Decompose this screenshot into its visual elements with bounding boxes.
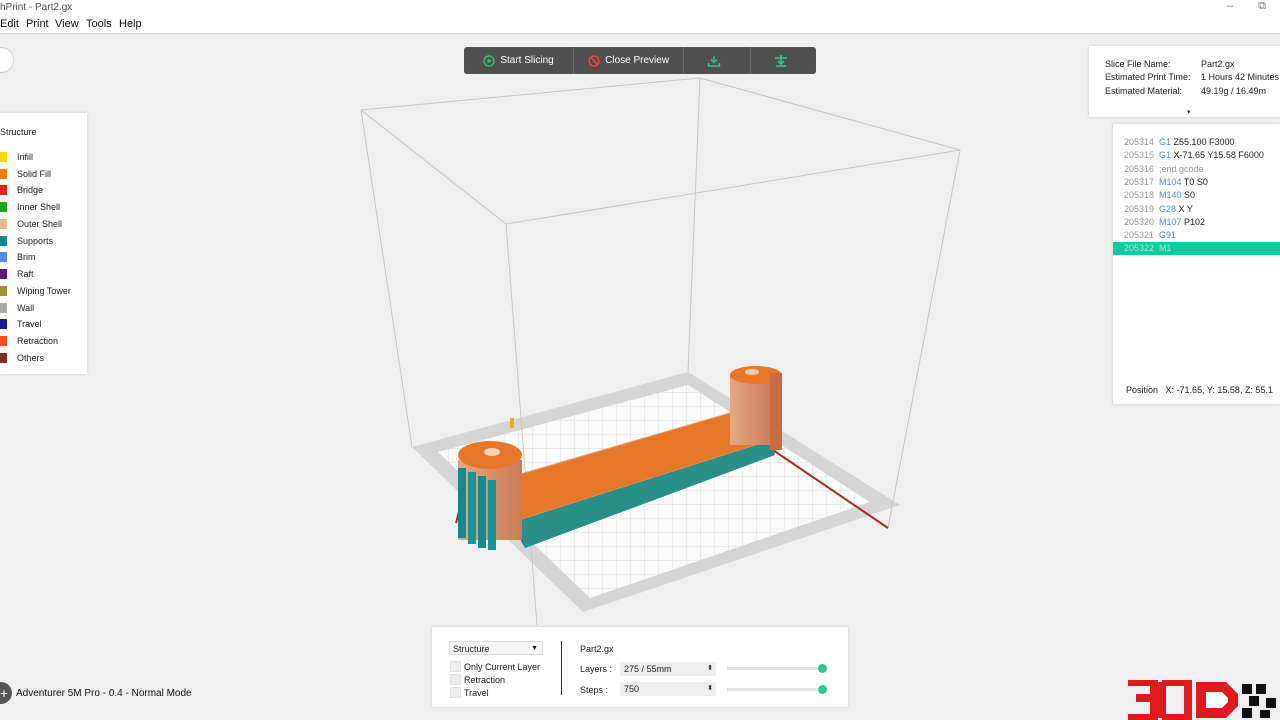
- start-slicing-button[interactable]: Start Slicing: [464, 47, 575, 74]
- checkbox-box[interactable]: [450, 674, 461, 685]
- others-swatch: [0, 353, 7, 363]
- spin-arrows-icon[interactable]: ⬍: [707, 662, 713, 676]
- bridge-swatch: [0, 185, 7, 195]
- window-title: hPrint - Part2.gx: [0, 2, 73, 13]
- layers-slider[interactable]: [727, 664, 827, 673]
- legend-item: Raft: [0, 268, 34, 280]
- download-icon: [708, 55, 721, 67]
- brim-swatch: [0, 252, 7, 262]
- layers-spinbox[interactable]: 275 / 55mm ⬍: [620, 662, 716, 676]
- close-preview-label: Close Preview: [605, 55, 670, 66]
- slider-handle[interactable]: [818, 664, 827, 673]
- legend-item: Others: [0, 352, 44, 364]
- legend-item: Solid Fill: [0, 168, 51, 180]
- solid-fill-swatch: [0, 169, 7, 179]
- legend-item: Bridge: [0, 184, 43, 196]
- gcode-line[interactable]: 205314 G1 Z55.100 F3000: [1113, 136, 1280, 149]
- preview-toolbar: Start Slicing Close Preview: [464, 47, 816, 74]
- infill-swatch: [0, 152, 7, 162]
- supports-swatch: [0, 236, 7, 246]
- send-to-printer-button[interactable]: [751, 47, 816, 74]
- menu-view[interactable]: View: [55, 18, 79, 30]
- layers-label: Layers :: [580, 664, 613, 674]
- structure-legend: Structure Infill Solid Fill Bridge Inner…: [0, 113, 87, 374]
- raft-swatch: [0, 269, 7, 279]
- legend-item: Wall: [0, 302, 34, 314]
- material-value: 49.19g / 16.49m: [1201, 86, 1267, 96]
- spin-arrows-icon[interactable]: ⬍: [707, 682, 713, 696]
- wall-swatch: [0, 303, 7, 313]
- travel-swatch: [0, 319, 7, 329]
- legend-item: Retraction: [0, 335, 58, 347]
- inner-shell-swatch: [0, 202, 7, 212]
- file-name-row: Slice File Name: Part2.gx: [1105, 59, 1235, 69]
- menu-print[interactable]: Print: [26, 18, 49, 30]
- print-time-value: 1 Hours 42 Minutes: [1201, 72, 1280, 82]
- gcode-line[interactable]: 205317 M104 T0 S0: [1113, 176, 1280, 189]
- retraction-swatch: [0, 336, 7, 346]
- wiping-tower-swatch: [0, 286, 7, 296]
- gcode-line[interactable]: 205319 G28 X Y: [1113, 203, 1280, 216]
- download-button[interactable]: [684, 47, 751, 74]
- window-controls: – ⧉: [1205, 0, 1266, 13]
- steps-spinbox[interactable]: 750 ⬍: [620, 682, 716, 696]
- print-time-row: Estimated Print Time: 1 Hours 42 Minutes: [1105, 72, 1280, 82]
- outer-shell-swatch: [0, 219, 7, 229]
- play-icon: [483, 54, 495, 67]
- printer-mode: Adventurer 5M Pro - 0.4 - Normal Mode: [16, 688, 192, 699]
- close-preview-button[interactable]: Close Preview: [574, 47, 685, 74]
- checkbox-box[interactable]: [450, 661, 461, 672]
- menu-tools[interactable]: Tools: [86, 18, 112, 30]
- expand-icon[interactable]: ▾: [1187, 108, 1191, 116]
- 3d-logo: [1128, 680, 1276, 720]
- slice-info-panel: Slice File Name: Part2.gx Estimated Prin…: [1089, 46, 1280, 117]
- preview-file-name: Part2.gx: [580, 644, 614, 654]
- menu-help[interactable]: Help: [119, 18, 142, 30]
- gcode-line-selected[interactable]: 205322 M1: [1113, 242, 1280, 255]
- position-readout: Position X: -71.65, Y: 15.58, Z: 55.1: [1126, 385, 1273, 395]
- only-current-layer-checkbox[interactable]: Only Current Layer: [450, 661, 540, 672]
- prohibited-icon: [588, 54, 600, 67]
- layer-control-panel: Structure ▼ Only Current Layer Retractio…: [432, 627, 848, 707]
- start-slicing-label: Start Slicing: [500, 55, 554, 66]
- restore-icon[interactable]: ⧉: [1258, 0, 1266, 12]
- gcode-panel[interactable]: 205314 G1 Z55.100 F3000 205315 G1 X-71.65 …: [1113, 124, 1280, 404]
- legend-item: Infill: [0, 151, 33, 163]
- legend-item: Inner Shell: [0, 201, 60, 213]
- 3d-viewport[interactable]: [0, 34, 1280, 720]
- material-row: Estimated Material: 49.19g / 16.49m: [1105, 86, 1267, 96]
- gcode-line[interactable]: 205318 M140 S0: [1113, 189, 1280, 202]
- dropdown-caret-icon: ▼: [531, 645, 538, 652]
- legend-item: Supports: [0, 235, 53, 247]
- gcode-line[interactable]: 205315 G1 X-71.65 Y15.58 F6000: [1113, 149, 1280, 162]
- legend-item: Outer Shell: [0, 218, 62, 230]
- legend-item: Travel: [0, 318, 42, 330]
- title-bar: hPrint - Part2.gx – ⧉: [0, 0, 1280, 16]
- menu-bar: Edit Print View Tools Help: [0, 16, 1280, 34]
- menu-edit[interactable]: Edit: [0, 18, 19, 30]
- gcode-line[interactable]: 205320 M107 P102: [1113, 216, 1280, 229]
- send-to-printer-icon: [774, 54, 787, 67]
- legend-item: Brim: [0, 251, 36, 263]
- slider-handle[interactable]: [818, 685, 827, 694]
- retraction-checkbox[interactable]: Retraction: [450, 674, 505, 685]
- view-mode-select[interactable]: Structure ▼: [449, 641, 543, 655]
- legend-item: Wiping Tower: [0, 285, 71, 297]
- steps-slider[interactable]: [727, 685, 827, 694]
- minimize-icon[interactable]: –: [1227, 0, 1233, 12]
- file-name-value: Part2.gx: [1201, 59, 1235, 69]
- travel-checkbox[interactable]: Travel: [450, 687, 489, 698]
- position-value: X: -71.65, Y: 15.58, Z: 55.1: [1165, 385, 1273, 395]
- checkbox-box[interactable]: [450, 687, 461, 698]
- legend-title: Structure: [0, 127, 37, 137]
- gcode-line[interactable]: 205321 G91: [1113, 229, 1280, 242]
- gcode-line[interactable]: 205316 ;end gcode: [1113, 163, 1280, 176]
- steps-label: Steps :: [580, 685, 609, 695]
- panel-divider: [561, 641, 562, 695]
